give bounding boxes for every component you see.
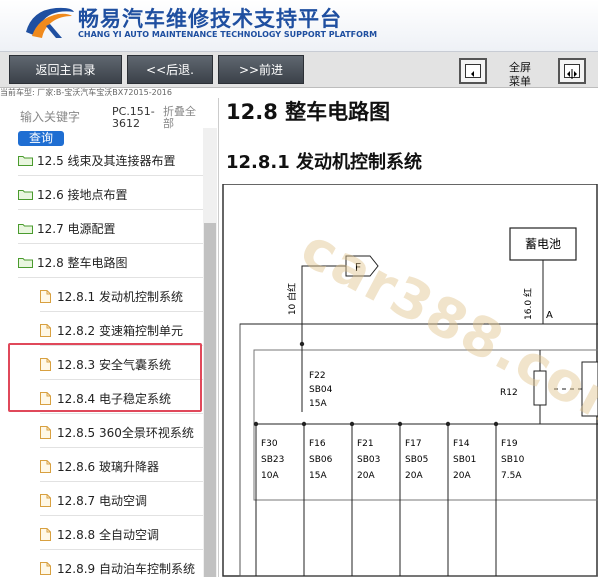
fuse-f22-id: F22 <box>309 371 326 381</box>
folder-icon <box>18 224 33 234</box>
sidebar-scrollbar[interactable] <box>203 128 217 577</box>
fuse-junction <box>397 421 403 427</box>
collapse-all-link[interactable]: 折叠全部 <box>163 106 203 130</box>
fuse-junction <box>493 421 499 427</box>
tree-item-label: 12.8.2 变速箱控制单元 <box>57 324 183 338</box>
fuse-amp: 10A <box>261 471 279 481</box>
tree-item[interactable]: 12.8.1 发动机控制系统 <box>40 282 203 312</box>
sidebar-scroll-thumb[interactable] <box>204 223 216 577</box>
main-wire-label: 16.0 红 <box>522 288 534 320</box>
forward-button[interactable]: >>前进 <box>218 55 304 84</box>
fuse-junction <box>445 421 451 427</box>
fuse-id: F30 <box>261 439 278 449</box>
tree-item[interactable]: 12.8.5 360全景环视系统 <box>40 418 203 448</box>
fuse-code: SB01 <box>453 455 476 465</box>
fuse-row: F30 SB23 10A F16 SB06 15A F21 SB03 20A F17 SB05 20A… <box>253 421 525 576</box>
fuse-id: F19 <box>501 439 518 449</box>
folder-icon <box>18 156 33 166</box>
tree-item[interactable]: 12.7 电源配置 <box>18 214 203 244</box>
fuse-amp: 20A <box>357 471 375 481</box>
fuse-id: F14 <box>453 439 470 449</box>
fuse-code: SB23 <box>261 455 284 465</box>
fuse-f21: F21 SB03 20A <box>349 421 380 576</box>
node-a-label: A <box>546 310 553 321</box>
fuse-f14: F14 SB01 20A <box>445 421 476 576</box>
fuse-f22-code: SB04 <box>309 385 333 395</box>
document-icon <box>40 528 51 541</box>
tree-item[interactable]: 12.6 接地点布置 <box>18 180 203 210</box>
fuse-amp: 20A <box>405 471 423 481</box>
folder-icon <box>18 190 33 200</box>
fuse-code: SB03 <box>357 455 380 465</box>
document-icon <box>40 324 51 337</box>
selection-highlight <box>8 343 202 412</box>
document-icon <box>40 426 51 439</box>
search-input[interactable]: 输入关键字 <box>20 108 80 125</box>
document-icon <box>40 460 51 473</box>
battery-label: 蓄电池 <box>525 237 561 251</box>
tree-item-label: 12.8.1 发动机控制系统 <box>57 290 183 304</box>
tree-item[interactable]: 12.8.7 电动空调 <box>40 486 203 516</box>
fuse-code: SB05 <box>405 455 428 465</box>
section-subheading: 12.8.1 发动机控制系统 <box>226 152 423 173</box>
logo-icon <box>26 7 74 38</box>
wire-f-label: 10 白红 <box>286 283 298 315</box>
fuse-code: SB10 <box>501 455 525 465</box>
fuse-junction <box>301 421 307 427</box>
tree-item-label: 12.8 整车电路图 <box>37 256 128 270</box>
fuse-amp: 20A <box>453 471 471 481</box>
home-button[interactable]: 返回主目录 <box>9 55 122 84</box>
panel-left-icon <box>465 64 481 78</box>
tree-item-label: 12.5 线束及其连接器布置 <box>37 154 176 168</box>
tree-item[interactable]: 12.5 线束及其连接器布置 <box>18 146 203 176</box>
tree-item-label: 12.8.8 全自动空调 <box>57 528 159 542</box>
search-button[interactable]: 查询 <box>18 131 64 146</box>
tree-item-label: 12.8.9 自动泊车控制系统 <box>57 562 195 576</box>
fuse-junction <box>253 421 259 427</box>
app-subtitle: CHANG YI AUTO MAINTENANCE TECHNOLOGY SUP… <box>78 30 378 39</box>
expand-icon <box>564 64 580 79</box>
app-title: 畅易汽车维修技术支持平台 <box>78 7 342 31</box>
fuse-junction <box>349 421 355 427</box>
content-pane: 12.8 整车电路图 12.8.1 发动机控制系统 蓄电池 16.0 红 A F… <box>222 88 598 577</box>
document-icon <box>40 494 51 507</box>
fuse-amp: 15A <box>309 471 327 481</box>
fuse-amp: 7.5A <box>501 471 522 481</box>
fuse-id: F21 <box>357 439 374 449</box>
back-button[interactable]: <<后退. <box>127 55 213 84</box>
tree-item[interactable]: 12.8 整车电路图 <box>18 248 203 278</box>
toggle-label-fullscreen: 全屏 <box>509 61 531 74</box>
app-header: 畅易汽车维修技术支持平台 CHANG YI AUTO MAINTENANCE T… <box>0 0 598 52</box>
pc-code: PC.151-3612 <box>112 105 155 130</box>
tree-item[interactable]: 12.8.8 全自动空调 <box>40 520 203 550</box>
fuse-f22-amp: 15A <box>309 399 327 409</box>
sidebar: 输入关键字 查询 PC.151-3612 折叠全部 12.5 线束及其连接器布置… <box>0 98 219 577</box>
tree-item-label: 12.8.6 玻璃升降器 <box>57 460 159 474</box>
fuse-id: F17 <box>405 439 422 449</box>
tree-item-label: 12.8.5 360全景环视系统 <box>57 426 194 440</box>
tree-item[interactable]: 12.8.2 变速箱控制单元 <box>40 316 203 346</box>
document-icon <box>40 562 51 575</box>
current-model-line: 当前车型: 厂家:B-宝沃汽车宝沃BX72015-2016 <box>0 88 172 97</box>
fuse-code: SB06 <box>309 455 333 465</box>
fullscreen-button[interactable] <box>558 58 586 84</box>
fuse-f16: F16 SB06 15A <box>301 421 333 576</box>
tree-item-label: 12.7 电源配置 <box>37 222 116 236</box>
toggle-label-menu: 菜单 <box>509 75 531 88</box>
collapse-panel-button[interactable] <box>459 58 487 84</box>
fuse-f17: F17 SB05 20A <box>397 421 428 576</box>
section-heading: 12.8 整车电路图 <box>226 100 391 124</box>
tree-item-label: 12.6 接地点布置 <box>37 188 128 202</box>
fuse-f30: F30 SB23 10A <box>253 421 284 576</box>
fullscreen-menu-toggle[interactable]: 全屏 菜单 <box>505 61 535 89</box>
document-icon <box>40 290 51 303</box>
tree-item-label: 12.8.7 电动空调 <box>57 494 147 508</box>
fuse-id: F16 <box>309 439 326 449</box>
tree-item[interactable]: 12.8.9 自动泊车控制系统 <box>40 554 203 577</box>
tree-item[interactable]: 12.8.6 玻璃升降器 <box>40 452 203 482</box>
search-box: 输入关键字 查询 <box>18 106 108 146</box>
fuse-f19: F19 SB10 7.5A <box>493 421 525 576</box>
folder-open-icon <box>18 258 33 268</box>
